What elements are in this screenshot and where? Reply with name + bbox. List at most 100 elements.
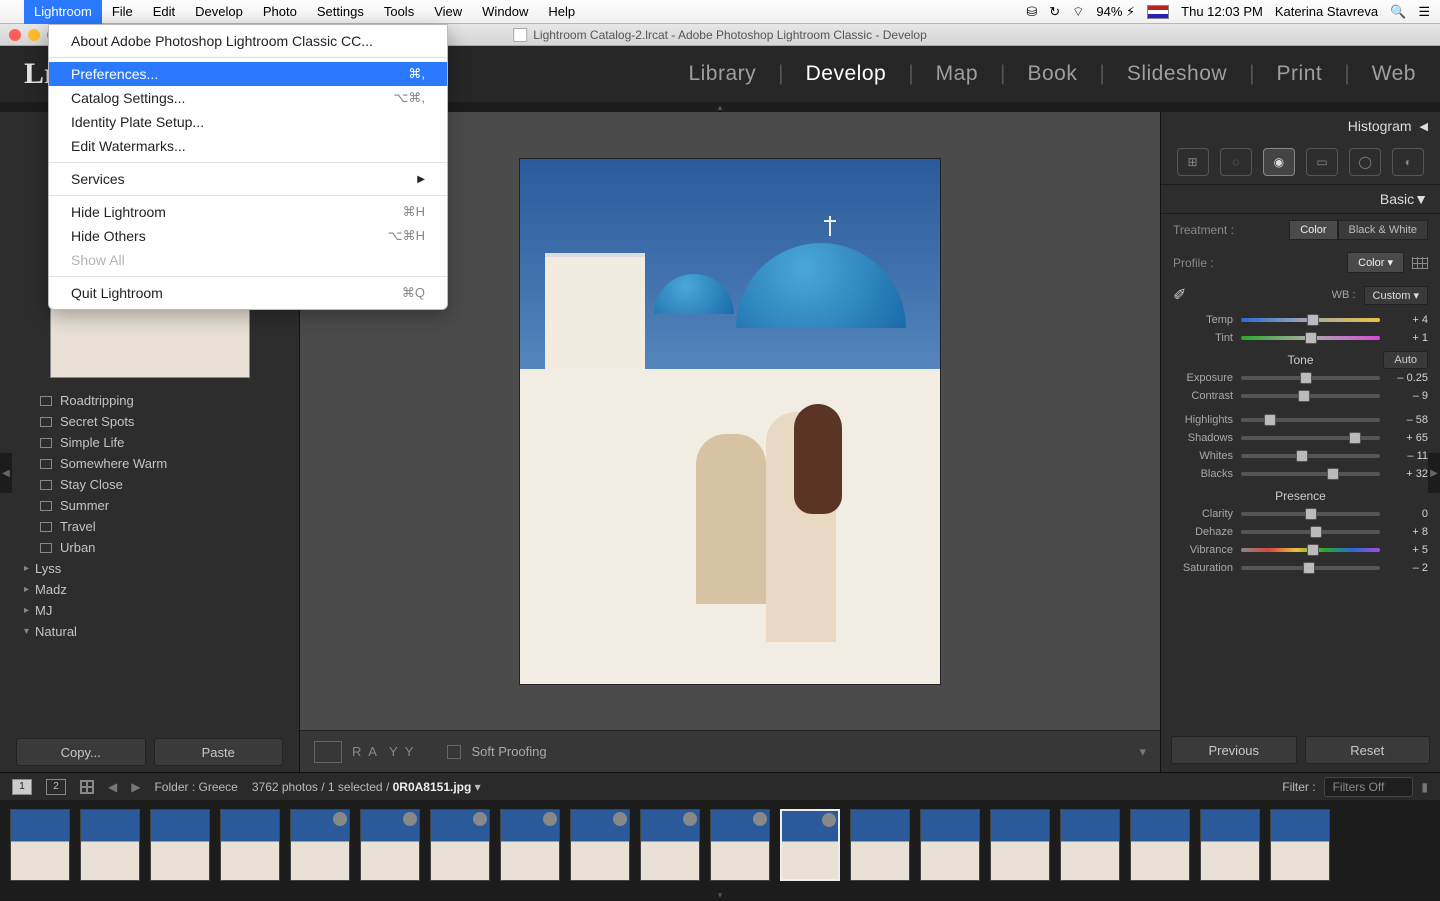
menu-services[interactable]: Services (49, 167, 447, 191)
menu-edit[interactable]: Edit (143, 0, 185, 24)
module-map[interactable]: Map (936, 62, 978, 86)
shadows-value[interactable]: + 65 (1388, 432, 1428, 444)
user-name[interactable]: Katerina Stavreva (1275, 4, 1378, 19)
preset-folder[interactable]: MJ (16, 600, 283, 621)
redeye-tool-icon[interactable]: ◉ (1263, 148, 1295, 176)
preset-item[interactable]: Secret Spots (16, 411, 283, 432)
auto-tone-button[interactable]: Auto (1383, 351, 1428, 369)
exposure-slider[interactable] (1241, 376, 1380, 380)
module-develop[interactable]: Develop (806, 62, 887, 86)
clarity-value[interactable]: 0 (1388, 508, 1428, 520)
previous-button[interactable]: Previous (1171, 736, 1297, 764)
spot-removal-icon[interactable]: ◌ (1220, 148, 1252, 176)
menu-hide-lightroom[interactable]: Hide Lightroom⌘H (49, 200, 447, 224)
preset-item[interactable]: Roadtripping (16, 390, 283, 411)
vibrance-slider[interactable] (1241, 548, 1380, 552)
menu-preferences[interactable]: Preferences...⌘, (49, 62, 447, 86)
filmstrip-thumb[interactable] (500, 809, 560, 881)
menu-view[interactable]: View (424, 0, 472, 24)
basic-panel-header[interactable]: Basic ▼ (1161, 185, 1440, 214)
profile-select[interactable]: Color ▾ (1347, 252, 1404, 273)
filmstrip-thumb[interactable] (150, 809, 210, 881)
treatment-color[interactable]: Color (1289, 220, 1337, 240)
flag-icon[interactable] (1147, 5, 1169, 19)
treatment-bw[interactable]: Black & White (1338, 220, 1428, 240)
shadows-slider[interactable] (1241, 436, 1380, 440)
filmstrip-thumb[interactable] (360, 809, 420, 881)
notification-center-icon[interactable]: ☰ (1418, 4, 1430, 20)
saturation-slider[interactable] (1241, 566, 1380, 570)
graduated-filter-icon[interactable]: ▭ (1306, 148, 1338, 176)
temp-slider[interactable] (1241, 318, 1380, 322)
preset-item[interactable]: Urban (16, 537, 283, 558)
module-print[interactable]: Print (1277, 62, 1323, 86)
paste-button[interactable]: Paste (154, 738, 284, 766)
filter-select[interactable]: Filters Off (1324, 777, 1414, 797)
minimize-button[interactable] (28, 29, 40, 41)
preset-item[interactable]: Simple Life (16, 432, 283, 453)
filmstrip-thumb[interactable] (1130, 809, 1190, 881)
reset-button[interactable]: Reset (1305, 736, 1431, 764)
soft-proof-checkbox[interactable] (447, 745, 461, 759)
wb-select[interactable]: Custom ▾ (1364, 286, 1428, 305)
dropbox-icon[interactable]: ⛁ (1026, 4, 1037, 20)
filmstrip-thumb[interactable] (1270, 809, 1330, 881)
blacks-slider[interactable] (1241, 472, 1380, 476)
blacks-value[interactable]: + 32 (1388, 468, 1428, 480)
whites-value[interactable]: – 11 (1388, 450, 1428, 462)
menu-edit-watermarks[interactable]: Edit Watermarks... (49, 134, 447, 158)
menu-photo[interactable]: Photo (253, 0, 307, 24)
preset-item[interactable]: Travel (16, 516, 283, 537)
menu-identity-plate[interactable]: Identity Plate Setup... (49, 110, 447, 134)
wifi-icon[interactable]: ⌔ (1072, 4, 1084, 20)
compare-icon[interactable]: Y Y (389, 744, 415, 759)
menu-tools[interactable]: Tools (374, 0, 424, 24)
module-book[interactable]: Book (1027, 62, 1077, 86)
highlights-value[interactable]: – 58 (1388, 414, 1428, 426)
next-photo-icon[interactable]: ▶ (131, 780, 140, 794)
filmstrip-thumb[interactable] (430, 809, 490, 881)
filmstrip-thumb[interactable] (80, 809, 140, 881)
preset-folder[interactable]: Natural (16, 621, 283, 642)
crop-tool-icon[interactable]: ⊞ (1177, 148, 1209, 176)
filmstrip-thumb[interactable] (640, 809, 700, 881)
preset-item[interactable]: Summer (16, 495, 283, 516)
menu-develop[interactable]: Develop (185, 0, 253, 24)
copy-button[interactable]: Copy... (16, 738, 146, 766)
menu-settings[interactable]: Settings (307, 0, 374, 24)
filmstrip-thumb[interactable] (990, 809, 1050, 881)
menu-file[interactable]: File (102, 0, 143, 24)
right-panel-toggle[interactable]: ▶ (1428, 453, 1440, 493)
contrast-slider[interactable] (1241, 394, 1380, 398)
spotlight-icon[interactable]: 🔍 (1390, 4, 1406, 20)
filmstrip-thumb[interactable] (780, 809, 840, 881)
second-window-button[interactable]: 2 (46, 779, 66, 795)
filmstrip-thumb[interactable] (220, 809, 280, 881)
temp-value[interactable]: + 4 (1388, 314, 1428, 326)
filmstrip-thumb[interactable] (850, 809, 910, 881)
filmstrip-thumb[interactable] (1200, 809, 1260, 881)
toolbar-expand-icon[interactable]: ▾ (1139, 744, 1146, 760)
contrast-value[interactable]: – 9 (1388, 390, 1428, 402)
bottom-panel-toggle[interactable]: ▾ (0, 890, 1440, 900)
highlights-slider[interactable] (1241, 418, 1380, 422)
wb-eyedropper-icon[interactable]: ✐ (1173, 285, 1193, 305)
tint-value[interactable]: + 1 (1388, 332, 1428, 344)
saturation-value[interactable]: – 2 (1388, 562, 1428, 574)
filmstrip[interactable] (0, 800, 1440, 890)
exposure-value[interactable]: – 0.25 (1388, 372, 1428, 384)
main-window-button[interactable]: 1 (12, 779, 32, 795)
profile-browser-icon[interactable] (1412, 257, 1428, 269)
filmstrip-thumb[interactable] (10, 809, 70, 881)
filmstrip-thumb[interactable] (1060, 809, 1120, 881)
filmstrip-thumb[interactable] (920, 809, 980, 881)
module-library[interactable]: Library (688, 62, 756, 86)
preset-folder[interactable]: Madz (16, 579, 283, 600)
close-button[interactable] (9, 29, 21, 41)
menu-catalog-settings[interactable]: Catalog Settings...⌥⌘, (49, 86, 447, 110)
menu-help[interactable]: Help (538, 0, 585, 24)
timemachine-icon[interactable]: ↻ (1049, 4, 1060, 20)
vibrance-value[interactable]: + 5 (1388, 544, 1428, 556)
module-slideshow[interactable]: Slideshow (1127, 62, 1227, 86)
menu-hide-others[interactable]: Hide Others⌥⌘H (49, 224, 447, 248)
